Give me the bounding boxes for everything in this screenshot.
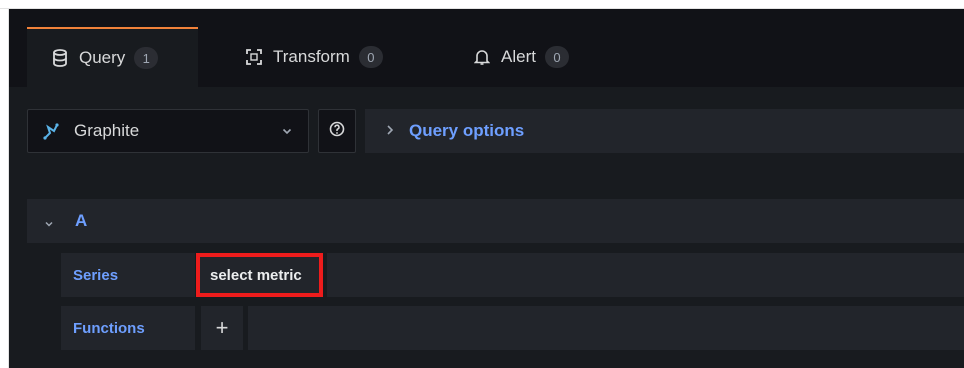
tab-query-count: 1	[134, 47, 159, 69]
chevron-down-icon	[280, 123, 294, 137]
query-ref-id: A	[75, 211, 88, 230]
graphite-icon	[42, 122, 60, 140]
series-label: Series	[61, 253, 195, 297]
datasource-picker[interactable]: Graphite	[27, 109, 309, 153]
datasource-name: Graphite	[74, 121, 140, 140]
tab-alert-count: 0	[544, 46, 569, 68]
functions-row-fill	[248, 306, 964, 350]
chevron-down-icon[interactable]	[43, 215, 55, 227]
select-metric-button[interactable]: select metric	[196, 253, 323, 297]
query-options-label: Query options	[409, 121, 525, 140]
tab-alert-label: Alert	[501, 47, 536, 66]
tab-alert[interactable]: Alert 0	[473, 27, 569, 87]
series-row-fill	[327, 253, 964, 297]
database-icon	[51, 49, 69, 67]
select-metric-label: select metric	[210, 266, 302, 284]
tab-transform[interactable]: Transform 0	[245, 27, 383, 87]
help-button[interactable]	[318, 109, 356, 153]
query-editor: Query 1 Transform 0 Alert 0 Graphite Que…	[9, 9, 964, 368]
editor-panel: Graphite Query options A Series select m…	[9, 87, 964, 368]
chevron-right-icon	[385, 121, 395, 141]
bell-icon	[473, 48, 491, 66]
question-circle-icon	[329, 121, 345, 142]
tab-query[interactable]: Query 1	[27, 27, 198, 87]
plus-icon: +	[215, 315, 229, 340]
functions-label: Functions	[61, 306, 195, 350]
series-row: Series	[61, 253, 195, 297]
tab-transform-count: 0	[358, 46, 383, 68]
add-function-button[interactable]: +	[201, 306, 243, 350]
functions-row: Functions	[61, 306, 195, 350]
tab-query-label: Query	[79, 48, 126, 67]
query-options-toggle[interactable]: Query options	[365, 109, 964, 153]
tab-transform-label: Transform	[273, 47, 350, 66]
query-row-header[interactable]: A	[27, 199, 964, 243]
transform-icon	[245, 48, 263, 66]
tab-bar: Query 1 Transform 0 Alert 0	[9, 9, 964, 87]
